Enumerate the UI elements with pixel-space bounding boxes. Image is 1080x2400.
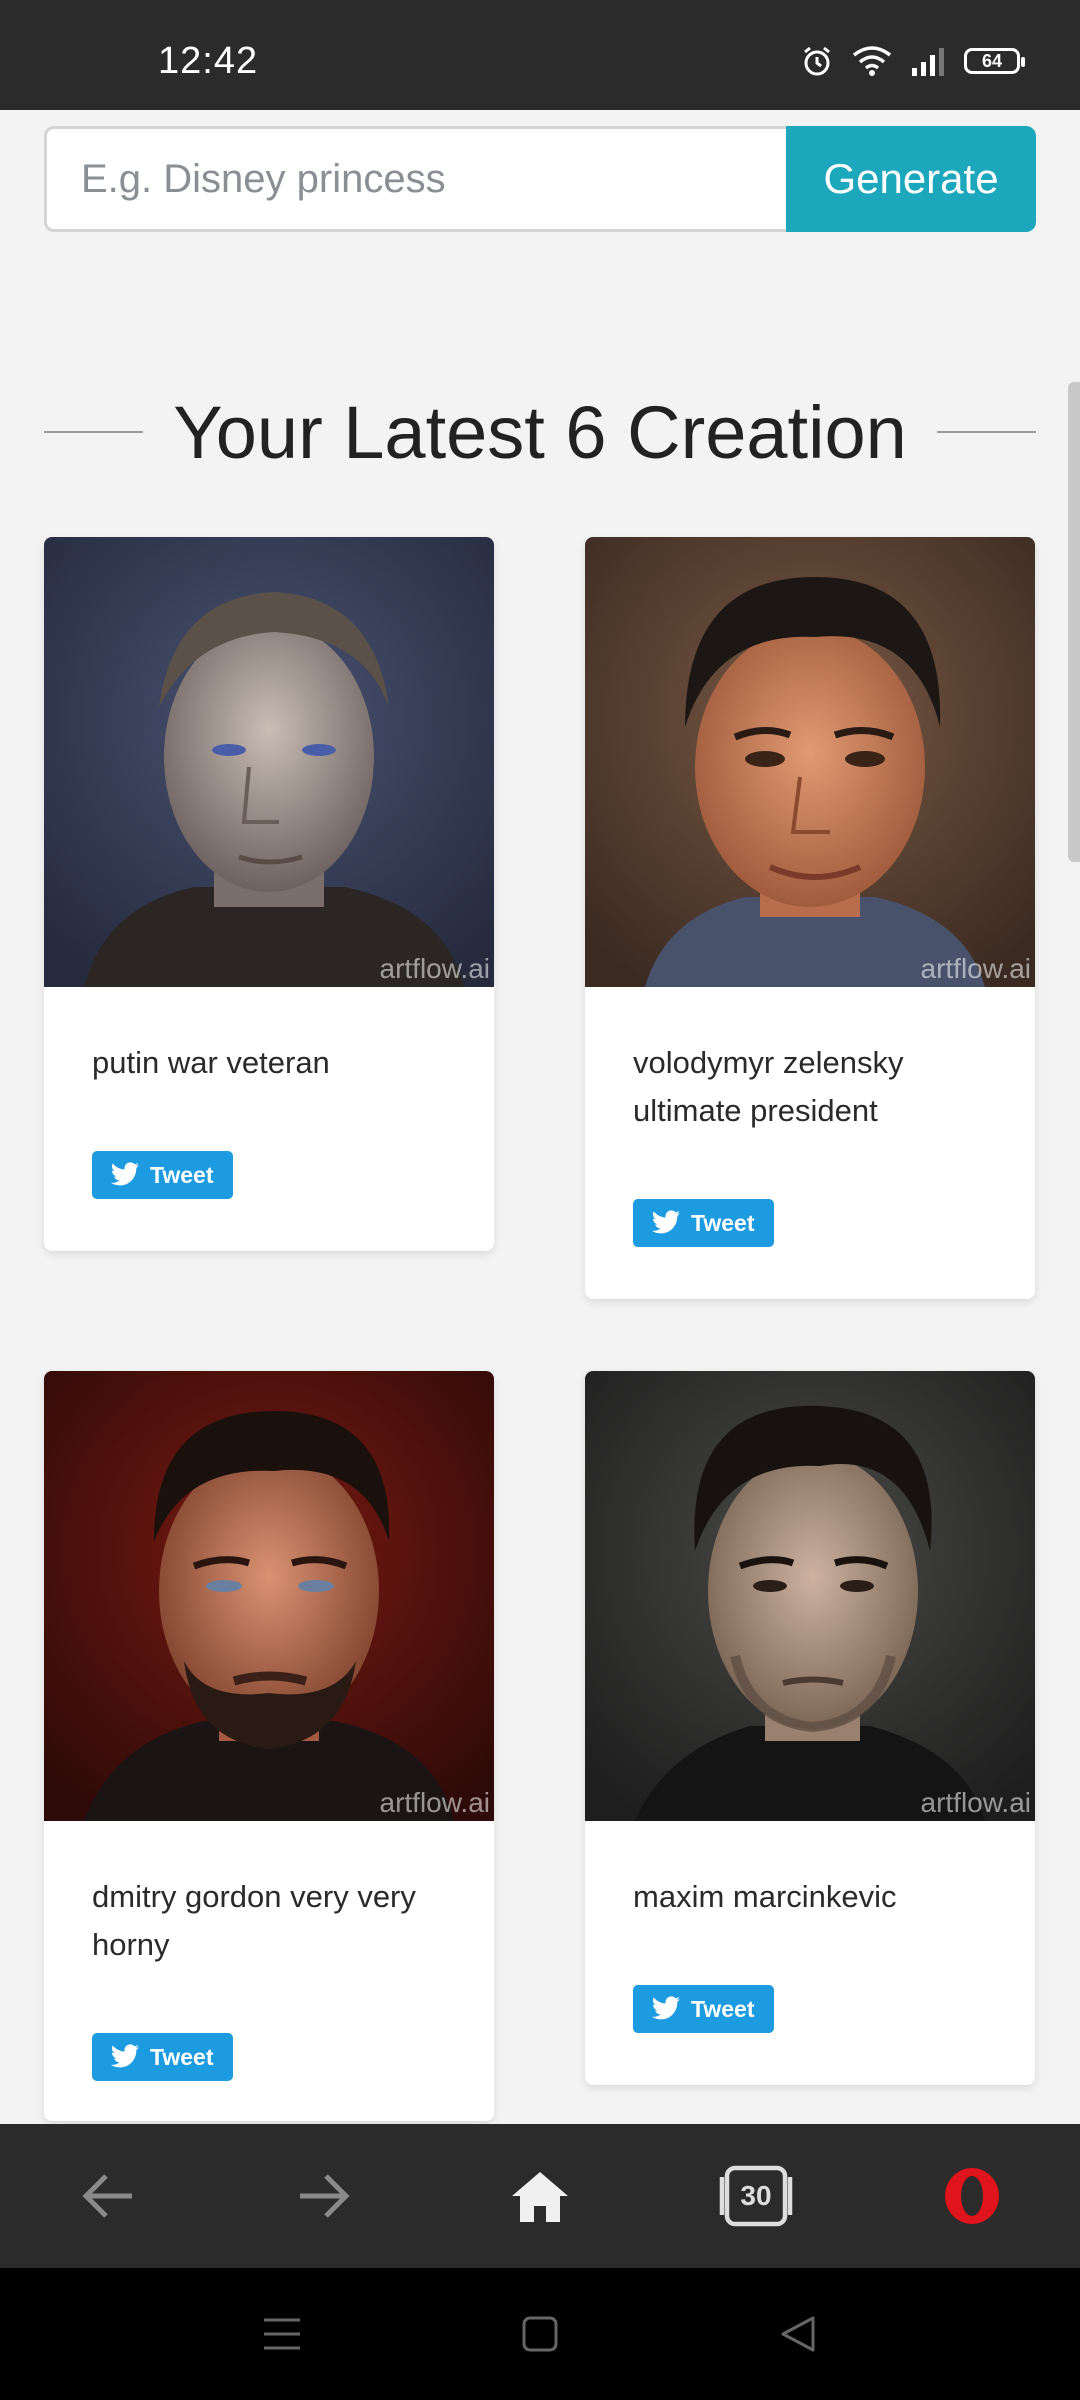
square-icon [522, 2316, 558, 2352]
card-body: volodymyr zelensky ultimate president Tw… [585, 987, 1035, 1299]
heading-divider-right [936, 431, 1037, 433]
back-button[interactable] [48, 2124, 168, 2268]
twitter-bird-icon [110, 2044, 139, 2068]
portrait-image [585, 537, 1035, 987]
twitter-bird-icon [651, 1210, 680, 1234]
status-time: 12:42 [158, 40, 259, 82]
arrow-right-icon [300, 2174, 350, 2218]
card-body: maxim marcinkevic Tweet [585, 1821, 1035, 2085]
creation-caption: maxim marcinkevic [633, 1879, 897, 1914]
tabs-button[interactable]: 30 [696, 2124, 816, 2268]
creation-image[interactable]: artflow.ai [585, 1371, 1035, 1821]
creation-card: artflow.ai maxim marcinkevic Tweet [585, 1371, 1035, 2085]
tweet-label: Tweet [691, 1209, 755, 1236]
wifi-icon [852, 46, 892, 76]
page-title: Your Latest 6 Creation [173, 390, 907, 474]
portrait-image [44, 537, 494, 987]
creation-image[interactable]: artflow.ai [44, 537, 494, 987]
twitter-bird-icon [110, 1162, 139, 1186]
twitter-bird-icon [651, 1996, 680, 2020]
tweet-button[interactable]: Tweet [633, 1199, 775, 1247]
triangle-back-icon [781, 2316, 815, 2352]
image-watermark: artflow.ai [379, 1787, 491, 1818]
creation-caption: dmitry gordon very very horny [92, 1879, 416, 1962]
creation-card: artflow.ai volodymyr zelensky ultimate p… [585, 537, 1035, 1299]
home-icon [512, 2172, 568, 2222]
alarm-icon [804, 46, 830, 76]
card-body: putin war veteran Tweet [44, 987, 494, 1251]
portrait-image [585, 1371, 1035, 1821]
opera-logo-icon [945, 2168, 999, 2224]
creation-card: artflow.ai putin war veteran Tweet [44, 537, 494, 1251]
tweet-label: Tweet [150, 2043, 214, 2070]
arrow-left-icon [82, 2174, 132, 2218]
recents-button[interactable] [222, 2268, 342, 2400]
browser-toolbar: 30 [0, 2124, 1080, 2268]
forward-button[interactable] [264, 2124, 384, 2268]
creation-image[interactable]: artflow.ai [585, 537, 1035, 987]
card-body: dmitry gordon very very horny Tweet [44, 1821, 494, 2121]
status-icons: 64 [800, 44, 1025, 78]
creation-image[interactable]: artflow.ai [44, 1371, 494, 1821]
battery-indicator: 64 [964, 48, 1025, 74]
tweet-button[interactable]: Tweet [92, 1151, 234, 1199]
image-watermark: artflow.ai [379, 953, 491, 984]
creation-caption: volodymyr zelensky ultimate president [633, 1045, 904, 1128]
menu-lines-icon [264, 2318, 300, 2350]
tweet-label: Tweet [150, 1161, 214, 1188]
section-heading: Your Latest 6 Creation [44, 380, 1037, 484]
tweet-button[interactable]: Tweet [633, 1985, 775, 2033]
tweet-button[interactable]: Tweet [92, 2033, 234, 2081]
creation-card: artflow.ai dmitry gordon very very horny… [44, 1371, 494, 2121]
generate-button[interactable]: Generate [786, 126, 1036, 232]
image-watermark: artflow.ai [920, 1787, 1032, 1818]
prompt-input[interactable] [44, 126, 786, 232]
back-nav-button[interactable] [738, 2268, 858, 2400]
home-button[interactable] [480, 2124, 600, 2268]
tweet-label: Tweet [691, 1995, 755, 2022]
signal-icon [912, 48, 944, 76]
scrollbar[interactable] [1068, 382, 1080, 862]
heading-divider-left [44, 431, 144, 433]
creation-caption: putin war veteran [92, 1045, 330, 1080]
prompt-form: Generate [44, 126, 1036, 232]
home-nav-button[interactable] [480, 2268, 600, 2400]
opera-menu-button[interactable] [912, 2124, 1032, 2268]
status-bar: 12:42 64 [0, 0, 1080, 110]
portrait-image [44, 1371, 494, 1821]
image-watermark: artflow.ai [920, 953, 1032, 984]
tabs-count: 30 [740, 2180, 772, 2211]
system-navigation-bar [0, 2268, 1080, 2400]
